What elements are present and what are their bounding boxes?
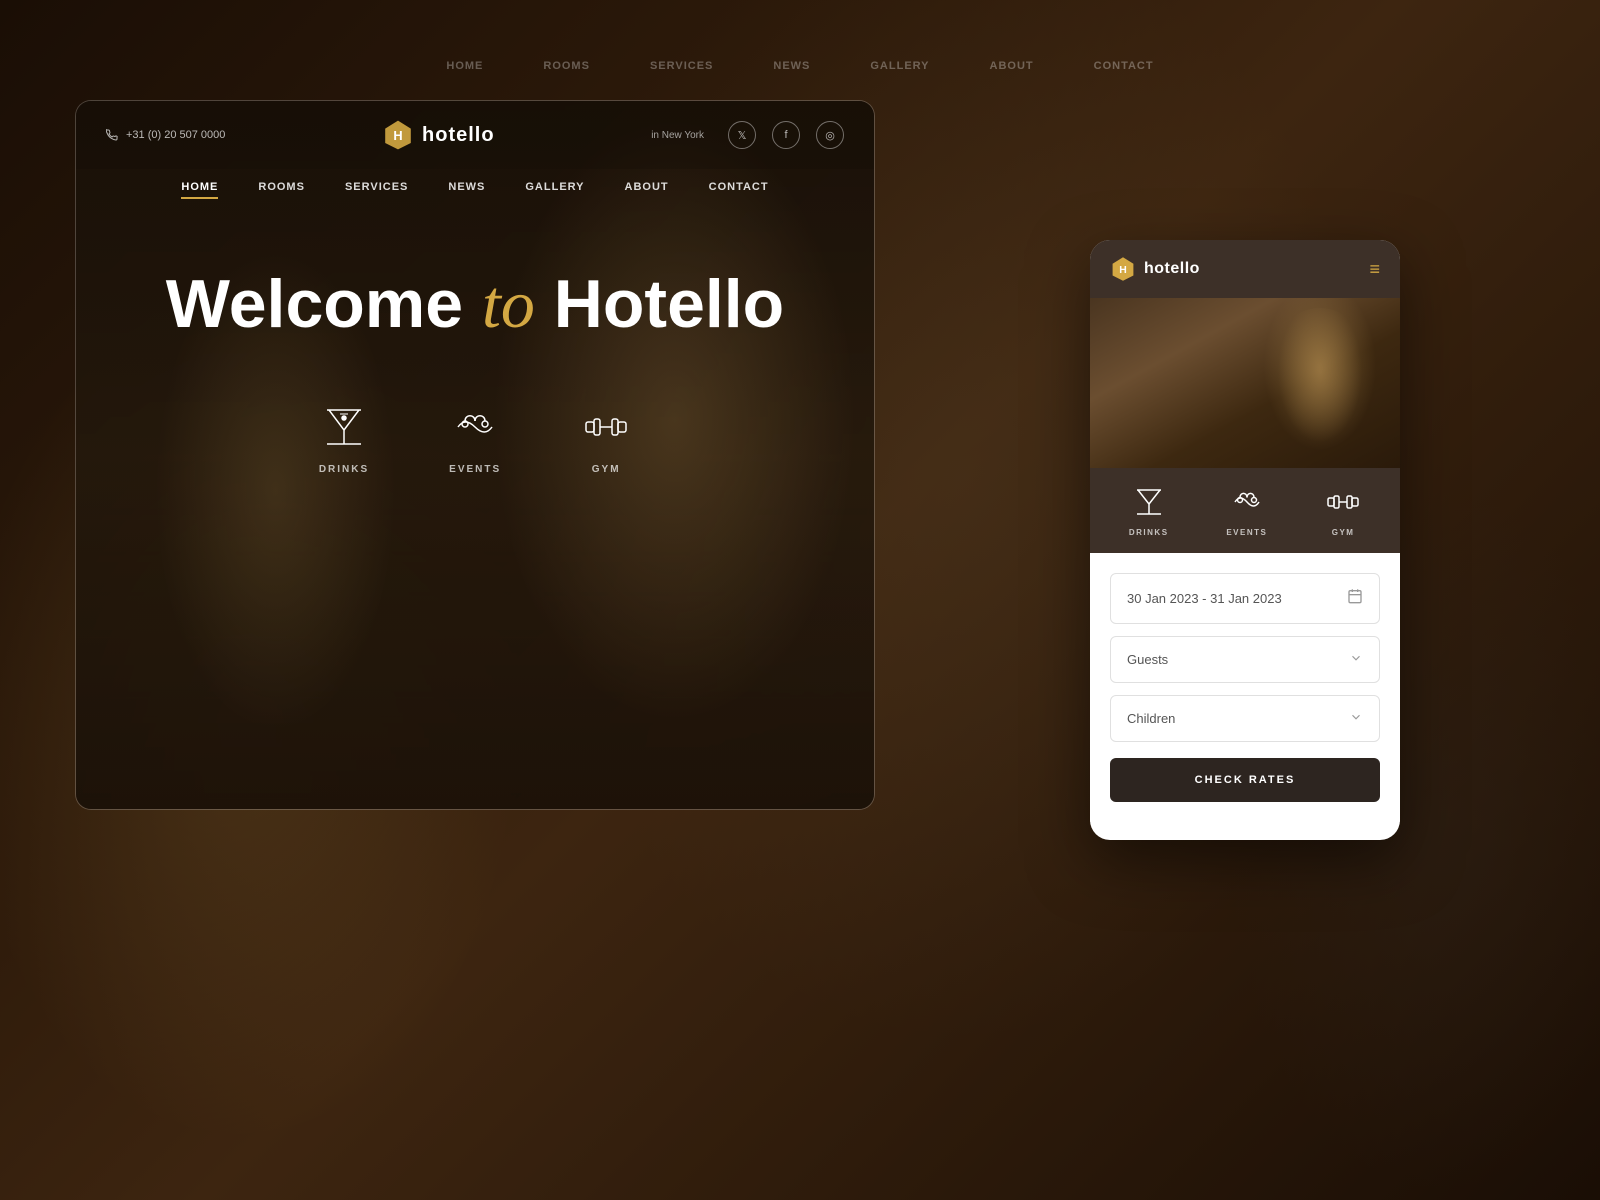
- calendar-icon: [1347, 588, 1363, 609]
- top-nav-news: NEWS: [773, 60, 810, 72]
- mobile-hero-image: [1090, 298, 1400, 468]
- mobile-drinks-item: DRINKS: [1129, 484, 1169, 537]
- desktop-logo-text: hotello: [422, 124, 495, 147]
- desktop-logo: H hotello: [382, 119, 495, 151]
- desktop-gym-label: GYM: [592, 464, 621, 475]
- mobile-icons-row: DRINKS EVENTS GYM: [1090, 468, 1400, 553]
- top-nav-rooms: ROOMS: [543, 60, 590, 72]
- desktop-drinks-label: DRINKS: [319, 464, 369, 475]
- desktop-drinks-item: DRINKS: [319, 402, 369, 475]
- mobile-events-label: EVENTS: [1226, 528, 1267, 537]
- mobile-header: H hotello ≡: [1090, 240, 1400, 298]
- facebook-icon[interactable]: f: [772, 121, 800, 149]
- nav-contact[interactable]: CONTACT: [709, 181, 769, 199]
- mobile-logo: H hotello: [1110, 256, 1200, 282]
- top-nav-services: SERVICES: [650, 60, 713, 72]
- mobile-gym-item: GYM: [1325, 484, 1361, 537]
- twitter-icon[interactable]: 𝕏: [728, 121, 756, 149]
- desktop-icons-row: DRINKS EVENTS: [116, 402, 834, 475]
- desktop-mockup: +31 (0) 20 507 0000 H hotello in New Yor…: [75, 100, 875, 810]
- booking-form: 30 Jan 2023 - 31 Jan 2023 Guests Chil: [1090, 553, 1400, 822]
- guests-placeholder: Guests: [1127, 652, 1168, 667]
- nav-services[interactable]: SERVICES: [345, 181, 408, 199]
- hero-title-cursive: to: [482, 266, 535, 342]
- top-nav-bar: HOME ROOMS SERVICES NEWS GALLERY ABOUT C…: [0, 60, 1600, 72]
- desktop-events-item: EVENTS: [449, 402, 501, 475]
- check-rates-button[interactable]: CHECK RATES: [1110, 758, 1380, 802]
- mobile-gym-label: GYM: [1332, 528, 1355, 537]
- nav-about[interactable]: ABOUT: [625, 181, 669, 199]
- top-nav-contact: CONTACT: [1094, 60, 1154, 72]
- children-chevron-icon: [1349, 710, 1363, 727]
- children-placeholder: Children: [1127, 711, 1175, 726]
- top-nav-gallery: GALLERY: [870, 60, 929, 72]
- nav-home[interactable]: HOME: [181, 181, 218, 199]
- desktop-header: +31 (0) 20 507 0000 H hotello in New Yor…: [76, 101, 874, 169]
- mobile-drinks-label: DRINKS: [1129, 528, 1169, 537]
- desktop-events-label: EVENTS: [449, 464, 501, 475]
- date-range-value: 30 Jan 2023 - 31 Jan 2023: [1127, 591, 1282, 606]
- nav-gallery[interactable]: GALLERY: [525, 181, 584, 199]
- phone-number: +31 (0) 20 507 0000: [126, 129, 225, 141]
- desktop-nav: HOME ROOMS SERVICES NEWS GALLERY ABOUT C…: [76, 169, 874, 207]
- guests-field[interactable]: Guests: [1110, 636, 1380, 683]
- hero-title-start: Welcome: [166, 266, 482, 342]
- children-field[interactable]: Children: [1110, 695, 1380, 742]
- hamburger-menu-icon[interactable]: ≡: [1369, 259, 1380, 280]
- hero-content: Welcome to Hotello DRINKS: [76, 207, 874, 515]
- svg-text:H: H: [1119, 265, 1127, 276]
- mobile-events-item: EVENTS: [1226, 484, 1267, 537]
- instagram-icon[interactable]: ◎: [816, 121, 844, 149]
- date-range-field[interactable]: 30 Jan 2023 - 31 Jan 2023: [1110, 573, 1380, 624]
- mobile-mockup: H hotello ≡ DRINKS: [1090, 240, 1400, 840]
- nav-rooms[interactable]: ROOMS: [258, 181, 305, 199]
- hero-title-end: Hotello: [535, 266, 784, 342]
- top-nav-home: HOME: [446, 60, 483, 72]
- social-location: in New York: [651, 130, 704, 141]
- nav-news[interactable]: NEWS: [448, 181, 485, 199]
- desktop-social: in New York 𝕏 f ◎: [651, 121, 844, 149]
- top-nav-about: ABOUT: [990, 60, 1034, 72]
- svg-text:H: H: [393, 128, 402, 143]
- desktop-phone: +31 (0) 20 507 0000: [106, 129, 225, 141]
- guests-chevron-icon: [1349, 651, 1363, 668]
- hero-title: Welcome to Hotello: [116, 267, 834, 342]
- mobile-logo-text: hotello: [1144, 260, 1200, 278]
- desktop-gym-item: GYM: [581, 402, 631, 475]
